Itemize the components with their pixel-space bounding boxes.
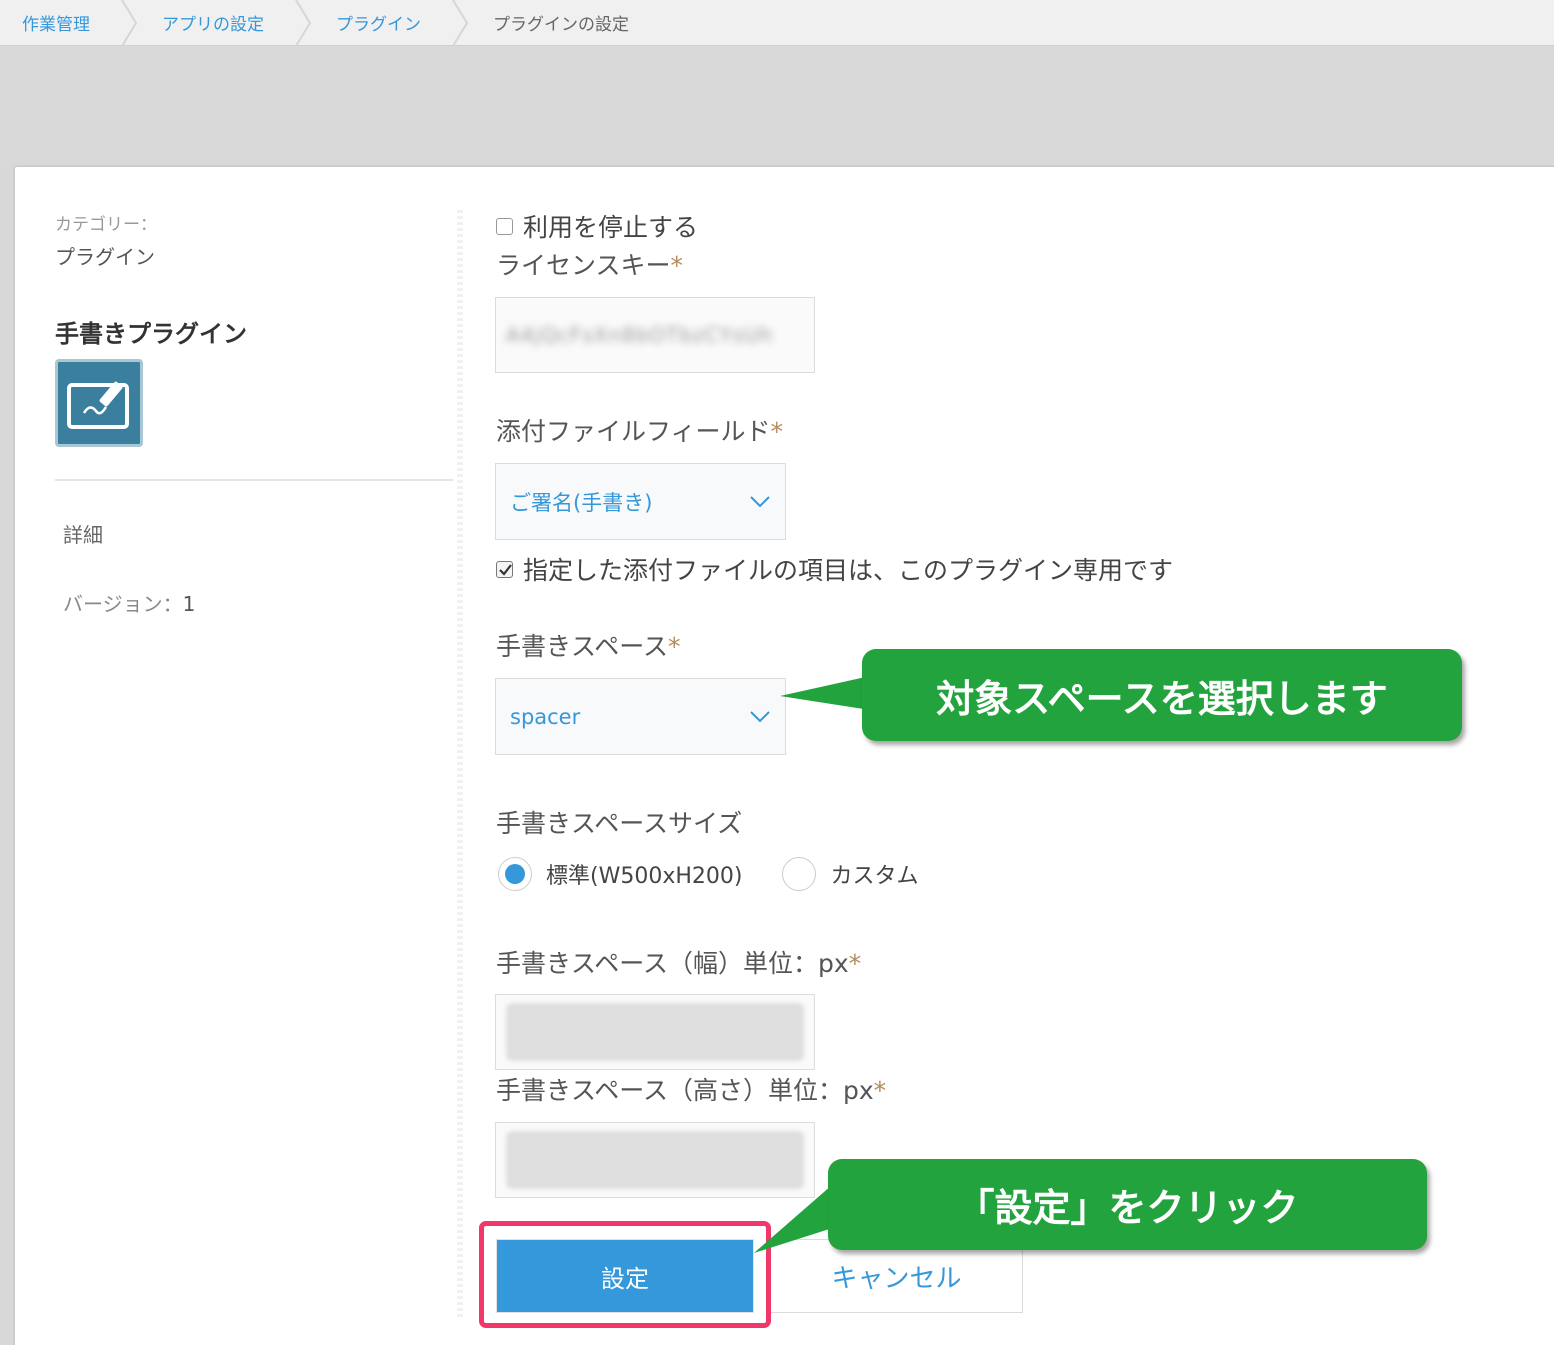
version-info: バージョン：1 (55, 588, 455, 617)
license-key-label-text: ライセンスキー (496, 251, 671, 280)
handwriting-tablet-icon (55, 359, 143, 447)
callout-click-save: 「設定」をクリック (828, 1159, 1427, 1250)
breadcrumb-item-plugins[interactable]: プラグイン (314, 0, 451, 46)
sidebar-divider (55, 479, 453, 481)
callout-select-space: 対象スペースを選択します (862, 649, 1462, 741)
breadcrumb-separator-icon (451, 0, 471, 46)
width-input-blurred (506, 1003, 804, 1061)
radio-custom[interactable] (782, 857, 817, 891)
attachment-field-select[interactable]: ご署名(手書き) (495, 463, 786, 540)
breadcrumb-separator-icon (294, 0, 314, 46)
save-button[interactable]: 設定 (496, 1239, 754, 1313)
handwriting-space-label-text: 手書きスペース (496, 632, 669, 661)
radio-standard-label[interactable]: 標準(W500xH200) (546, 858, 742, 890)
column-divider (457, 210, 463, 1320)
radio-custom-label[interactable]: カスタム (830, 858, 918, 890)
handwriting-space-select[interactable]: spacer (495, 678, 786, 755)
chevron-down-icon (749, 490, 771, 514)
breadcrumb-item-app-settings[interactable]: アプリの設定 (140, 0, 294, 46)
plugin-sidebar: カテゴリー： プラグイン 手書きプラグイン 詳細 バージョン：1 (55, 210, 455, 617)
breadcrumb-separator-icon (120, 0, 140, 46)
dedicated-attachment-label: 指定した添付ファイルの項目は、このプラグイン専用です (523, 556, 1174, 585)
chevron-down-icon (749, 705, 771, 729)
disable-plugin-checkbox[interactable] (496, 217, 513, 235)
disable-plugin-row: 利用を停止する (496, 208, 698, 244)
width-input[interactable] (495, 994, 815, 1070)
height-label-text: 手書きスペース（高さ）単位：px (496, 1076, 874, 1105)
height-label: 手書きスペース（高さ）単位：px* (496, 1071, 886, 1107)
version-value: 1 (182, 592, 196, 616)
detail-link[interactable]: 詳細 (55, 519, 455, 548)
breadcrumb-item-work-management[interactable]: 作業管理 (0, 0, 120, 46)
width-label: 手書きスペース（幅）単位：px* (496, 944, 861, 980)
required-mark: * (670, 251, 684, 280)
space-size-options: 標準(W500xH200) カスタム (498, 857, 918, 891)
space-size-label: 手書きスペースサイズ (496, 809, 743, 838)
callout-pointer-icon (780, 676, 870, 710)
license-key-label: ライセンスキー* (496, 246, 683, 282)
license-key-value: A4jQcFsXn8bOTbzCYsUh (506, 323, 774, 347)
handwriting-space-selected: spacer (510, 704, 581, 729)
height-input-blurred (506, 1131, 804, 1189)
dedicated-attachment-checkbox[interactable] (496, 560, 513, 578)
radio-selected-dot (505, 864, 525, 884)
breadcrumb: 作業管理 アプリの設定 プラグイン プラグインの設定 (0, 0, 1554, 46)
attachment-field-label: 添付ファイルフィールド* (496, 412, 783, 448)
attachment-field-label-text: 添付ファイルフィールド (496, 417, 771, 446)
dedicated-attachment-row: 指定した添付ファイルの項目は、このプラグイン専用です (496, 551, 1173, 587)
handwriting-space-label: 手書きスペース* (496, 627, 681, 663)
required-mark: * (770, 417, 784, 446)
width-label-text: 手書きスペース（幅）単位：px (496, 949, 849, 978)
breadcrumb-link[interactable]: アプリの設定 (162, 10, 264, 35)
radio-standard[interactable] (498, 857, 532, 891)
license-key-input[interactable]: A4jQcFsXn8bOTbzCYsUh (495, 297, 815, 373)
category-value: プラグイン (55, 245, 155, 269)
plugin-name: 手書きプラグイン (55, 320, 247, 348)
breadcrumb-link[interactable]: 作業管理 (22, 10, 90, 35)
attachment-field-selected: ご署名(手書き) (510, 490, 653, 515)
version-label: バージョン： (63, 592, 183, 616)
required-mark: * (668, 632, 681, 661)
breadcrumb-current: プラグインの設定 (493, 15, 629, 35)
disable-plugin-label: 利用を停止する (523, 213, 699, 242)
header-band (0, 47, 1554, 167)
required-mark: * (848, 949, 862, 978)
category-label: カテゴリー： (55, 215, 157, 235)
breadcrumb-link[interactable]: プラグイン (336, 10, 421, 35)
required-mark: * (873, 1076, 887, 1105)
